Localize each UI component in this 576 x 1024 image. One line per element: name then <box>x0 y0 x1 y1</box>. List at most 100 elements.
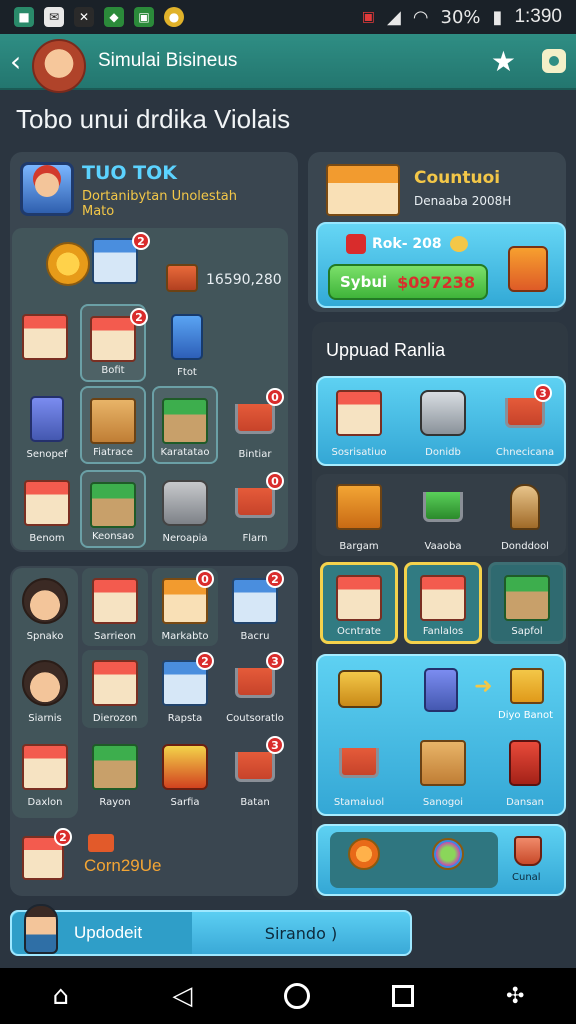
home-icon[interactable]: ⌂ <box>41 981 81 1011</box>
grid-cell-flarn[interactable]: 0 Flarn <box>222 470 288 548</box>
balance-pill[interactable]: Sybui $097238 <box>328 264 488 300</box>
grid-cell-rapsta[interactable]: 2 Rapsta <box>152 650 218 728</box>
coin-notification-icon: ● <box>164 7 184 27</box>
cell-label: Fanlalos <box>422 626 464 637</box>
cell-label: Sanogoi <box>422 797 464 808</box>
display-icon <box>90 482 136 528</box>
lever-icon <box>510 484 540 530</box>
assistant-icon[interactable]: ✣ <box>495 984 535 1009</box>
grid-cell-karatatao[interactable]: Karatatao <box>152 386 218 464</box>
grid-cell-keonsao[interactable]: Keonsao <box>80 470 146 548</box>
grid-cell-sarfia[interactable]: Sarfia <box>152 734 218 812</box>
game-notification-icon: ◆ <box>104 7 124 27</box>
recents-icon[interactable] <box>391 985 414 1007</box>
upgrade-sapfol[interactable]: Sapfol <box>488 562 566 644</box>
cell-label: Bofit <box>101 365 125 376</box>
machine-icon <box>162 480 208 526</box>
grid-cell-senopef[interactable]: Senopef <box>14 386 80 464</box>
shop-icon <box>336 575 382 621</box>
simulate-button[interactable]: Sirando ) <box>192 924 410 943</box>
settings-icon[interactable] <box>542 49 566 73</box>
back-arrow-icon[interactable]: ‹ <box>10 45 32 78</box>
staff-cell-spnako[interactable]: Spnako <box>12 568 78 646</box>
app-bar: ‹ Simulai Bisineus ★ <box>0 34 576 93</box>
cell-label: Karatatao <box>160 447 210 458</box>
wifi-icon: ◠ <box>412 6 429 28</box>
grid-cell-ftot[interactable]: Ftot <box>154 304 220 382</box>
upgrade-vaaoba[interactable]: Vaaoba <box>406 474 480 554</box>
shop-icon <box>24 480 70 526</box>
grid-cell-daxlon[interactable]: Daxlon <box>12 734 78 812</box>
device-icon[interactable] <box>424 668 458 712</box>
coin-icon <box>450 236 468 252</box>
back-icon[interactable]: ◁ <box>162 981 202 1011</box>
app-title: Simulai Bisineus <box>98 50 238 71</box>
page-title: Tobo unui drdika Violais <box>16 104 291 134</box>
cash-register-icon[interactable] <box>166 264 198 292</box>
profile-subtitle: Dortanibytan Unolestah <box>82 189 237 204</box>
upgrade-fanlalos[interactable]: Fanlalos <box>404 562 482 644</box>
cell-label: Neroapia <box>162 533 208 544</box>
profit-label: Rok- 208 <box>372 236 442 252</box>
balance-value: $097238 <box>397 272 476 292</box>
notification-icons: ■ ✉ ✕ ◆ ▣ ● <box>14 7 184 27</box>
cell-badge: 0 <box>196 570 214 588</box>
sales-coin-icon[interactable] <box>46 242 90 286</box>
staff-avatar-icon <box>22 578 68 624</box>
cell-label: Spnako <box>26 631 64 642</box>
grid-cell-fiatrace[interactable]: Fiatrace <box>80 386 146 464</box>
store-icon[interactable] <box>92 238 138 284</box>
grid-cell-dierozon[interactable]: Dierozon <box>82 650 148 728</box>
shopping-cart-icon <box>235 752 275 782</box>
cell-label: Stamaiuol <box>333 797 385 808</box>
upgrade-sosrisatiuo[interactable]: Sosrisatiuo <box>322 380 396 460</box>
app-notification-icon: ■ <box>14 7 34 27</box>
clock: 1:390 <box>514 6 562 27</box>
package-label: Diyo Banot <box>498 710 554 721</box>
grid-cell-batan[interactable]: 3 Batan <box>222 734 288 812</box>
grid-cell-bofit[interactable]: 2 Bofit <box>80 304 148 382</box>
bonus-label: Cunal <box>512 872 541 883</box>
combo-tag-icon <box>88 834 114 852</box>
upgrade-dansan[interactable]: Dansan <box>488 730 562 810</box>
cell-label: Markabto <box>161 631 209 642</box>
grid-cell-sarrieon[interactable]: Sarrieon <box>82 568 148 646</box>
restaurant-icon[interactable] <box>22 314 68 360</box>
cell-label: Senopef <box>26 449 68 460</box>
business-subtitle: Denaaba 2008H <box>414 194 512 208</box>
profit-card[interactable]: Rok- 208 Sybui $097238 <box>316 222 566 308</box>
gem-icon[interactable] <box>432 838 464 870</box>
grid-cell-markabto[interactable]: 0 Markabto <box>152 568 218 646</box>
profile-avatar[interactable] <box>20 162 74 216</box>
business-title: Countuoi <box>414 168 501 188</box>
wallet-icon[interactable] <box>338 670 382 708</box>
grid-cell-coutsoratlo[interactable]: 3 Coutsoratlo <box>222 650 288 728</box>
upgrade-chnecicana[interactable]: 3 Chnecicana <box>488 380 562 460</box>
upgrade-bargam[interactable]: Bargam <box>322 474 396 554</box>
upgrade-ocntrate[interactable]: Ocntrate <box>320 562 398 644</box>
grid-cell-rayon[interactable]: Rayon <box>82 734 148 812</box>
money-value: 16590,280 <box>206 272 282 288</box>
grid-cell-bintiar[interactable]: 0 Bintiar <box>222 386 288 464</box>
phone-icon <box>171 314 203 360</box>
grid-cell-benom[interactable]: Benom <box>14 470 80 548</box>
staff-cell-siarnis[interactable]: Siarnis <box>12 650 78 728</box>
player-avatar[interactable] <box>32 39 86 93</box>
combo-label: Corn29Ue <box>84 856 162 875</box>
grid-cell-neroapia[interactable]: Neroapia <box>152 470 218 548</box>
upgrade-donddool[interactable]: Donddool <box>488 474 562 554</box>
orb-icon[interactable] <box>348 838 380 870</box>
staff-avatar-icon <box>22 660 68 706</box>
cell-label: Coutsoratlo <box>226 713 284 724</box>
cup-icon[interactable] <box>514 836 542 866</box>
upgrade-stamaiuol[interactable]: Stamaiuol <box>322 730 396 810</box>
cell-badge: 3 <box>266 736 284 754</box>
grid-cell-bacru[interactable]: 2 Bacru <box>222 568 288 646</box>
upgrade-donidb[interactable]: Donidb <box>406 380 480 460</box>
home-circle-icon[interactable] <box>283 983 310 1009</box>
upgrade-sanogoi[interactable]: Sanogoi <box>406 730 480 810</box>
cell-label: Ftot <box>177 367 197 378</box>
package-icon[interactable] <box>510 668 544 704</box>
footer-avatar <box>24 904 58 954</box>
favorite-star-icon[interactable]: ★ <box>491 45 516 78</box>
